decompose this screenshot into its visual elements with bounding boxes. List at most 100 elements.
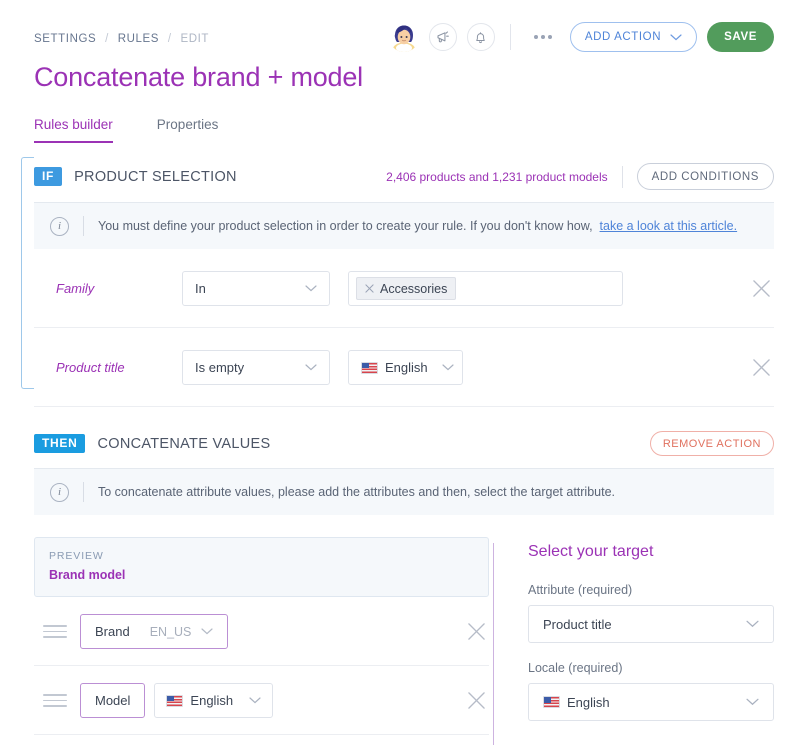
delete-condition-button[interactable] — [748, 276, 774, 302]
chevron-down-icon — [670, 34, 682, 41]
delete-attribute-button[interactable] — [463, 688, 489, 714]
add-action-button[interactable]: ADD ACTION — [570, 22, 697, 52]
brand-locale-value: EN_US — [150, 625, 192, 639]
chevron-down-icon — [249, 697, 261, 704]
if-info-message: You must define your product selection i… — [98, 219, 593, 233]
help-article-link[interactable]: take a look at this article. — [600, 219, 738, 233]
tab-bar: Rules builder Properties — [34, 117, 774, 143]
brand-attribute-name: Brand — [95, 624, 130, 639]
delete-attribute-button[interactable] — [463, 619, 489, 645]
breadcrumb-item-settings[interactable]: SETTINGS — [34, 33, 96, 45]
avatar[interactable] — [389, 22, 419, 52]
product-title-operator-select[interactable]: Is empty — [182, 350, 330, 385]
drag-handle-icon[interactable] — [43, 694, 67, 707]
drag-line — [43, 700, 67, 702]
chevron-down-icon — [746, 698, 759, 706]
brand-locale-select[interactable]: EN_US — [150, 625, 214, 639]
page-title: Concatenate brand + model — [34, 62, 774, 93]
save-button[interactable]: SAVE — [707, 22, 774, 52]
breadcrumb-item-edit: EDIT — [180, 33, 209, 45]
megaphone-icon-button[interactable] — [429, 23, 457, 51]
close-icon — [752, 358, 771, 377]
drag-line — [43, 694, 67, 696]
breadcrumb-item-rules[interactable]: RULES — [118, 33, 159, 45]
model-locale-value: English — [190, 693, 233, 708]
drag-line — [43, 631, 67, 633]
bell-icon — [473, 30, 488, 45]
if-section-actions: 2,406 products and 1,231 product models … — [386, 163, 774, 190]
preview-value: Brand model — [49, 568, 474, 582]
bell-icon-button[interactable] — [467, 23, 495, 51]
attribute-row-model: Model English — [34, 666, 489, 735]
if-section-header: IF PRODUCT SELECTION 2,406 products and … — [34, 143, 774, 190]
breadcrumb-separator: / — [168, 33, 172, 45]
rule-builder-body: IF PRODUCT SELECTION 2,406 products and … — [0, 143, 800, 745]
delete-condition-button[interactable] — [748, 355, 774, 381]
product-title-locale-value: English — [385, 360, 428, 375]
vertical-divider — [493, 543, 494, 745]
close-icon — [467, 622, 486, 641]
then-badge: THEN — [34, 434, 85, 453]
add-conditions-button[interactable]: ADD CONDITIONS — [637, 163, 774, 190]
model-locale-select[interactable]: English — [154, 683, 273, 718]
drag-handle-icon[interactable] — [43, 625, 67, 638]
remove-action-button[interactable]: REMOVE ACTION — [650, 431, 774, 456]
family-operator-select[interactable]: In — [182, 271, 330, 306]
then-section-header: THEN CONCATENATE VALUES REMOVE ACTION — [34, 407, 774, 456]
us-flag-icon — [361, 362, 378, 374]
target-locale-select[interactable]: English — [528, 683, 774, 721]
divider — [83, 482, 84, 502]
drag-line — [43, 625, 67, 627]
chevron-down-icon — [428, 364, 454, 371]
family-operator-value: In — [195, 281, 206, 296]
avatar-illustration — [389, 22, 419, 52]
header-divider — [510, 24, 511, 50]
model-attribute-select[interactable]: Model — [80, 683, 145, 718]
condition-row-family: Family In Accessories — [34, 249, 774, 328]
breadcrumb: SETTINGS / RULES / EDIT — [34, 22, 209, 45]
tab-rules-builder[interactable]: Rules builder — [34, 117, 113, 143]
info-icon: i — [50, 217, 69, 236]
info-icon: i — [50, 483, 69, 502]
tag-label: Accessories — [380, 282, 447, 296]
page-header: SETTINGS / RULES / EDIT — [0, 0, 800, 143]
add-conditions-label: ADD CONDITIONS — [652, 171, 759, 183]
if-section-title: PRODUCT SELECTION — [74, 169, 237, 185]
remove-tag-icon[interactable] — [365, 284, 374, 293]
chevron-down-icon — [201, 628, 213, 635]
target-attribute-select[interactable]: Product title — [528, 605, 774, 643]
more-options-button[interactable] — [526, 35, 560, 39]
if-info-banner: i You must define your product selection… — [34, 202, 774, 249]
close-icon — [752, 279, 771, 298]
family-value-field[interactable]: Accessories — [348, 271, 623, 306]
tab-properties[interactable]: Properties — [157, 117, 219, 143]
dot — [548, 35, 552, 39]
condition-label: Family — [34, 281, 182, 296]
preview-box: PREVIEW Brand model — [34, 537, 489, 597]
condition-row-product-title: Product title Is empty English — [34, 328, 774, 407]
divider — [83, 216, 84, 236]
then-info-text: To concatenate attribute values, please … — [98, 485, 615, 499]
brand-attribute-combo[interactable]: Brand EN_US — [80, 614, 228, 649]
then-section-actions: REMOVE ACTION — [650, 431, 774, 456]
product-title-operator-value: Is empty — [195, 360, 244, 375]
target-attribute-label: Attribute (required) — [528, 583, 774, 597]
dot — [541, 35, 545, 39]
target-attribute-value: Product title — [543, 617, 612, 632]
us-flag-icon — [166, 695, 183, 707]
chevron-down-icon — [291, 285, 317, 292]
if-info-text: You must define your product selection i… — [98, 219, 737, 233]
us-flag-icon — [543, 696, 560, 708]
product-count-text: 2,406 products and 1,231 product models — [386, 170, 607, 184]
header-top-bar: SETTINGS / RULES / EDIT — [34, 22, 774, 52]
if-badge: IF — [34, 167, 62, 186]
then-info-banner: i To concatenate attribute values, pleas… — [34, 468, 774, 515]
product-title-locale-select[interactable]: English — [348, 350, 463, 385]
drag-line — [43, 705, 67, 707]
remove-action-label: REMOVE ACTION — [663, 438, 761, 450]
dot — [534, 35, 538, 39]
preview-label: PREVIEW — [49, 550, 474, 562]
tag-accessories[interactable]: Accessories — [356, 277, 456, 300]
if-then-bracket — [21, 157, 34, 389]
megaphone-icon — [435, 30, 450, 45]
